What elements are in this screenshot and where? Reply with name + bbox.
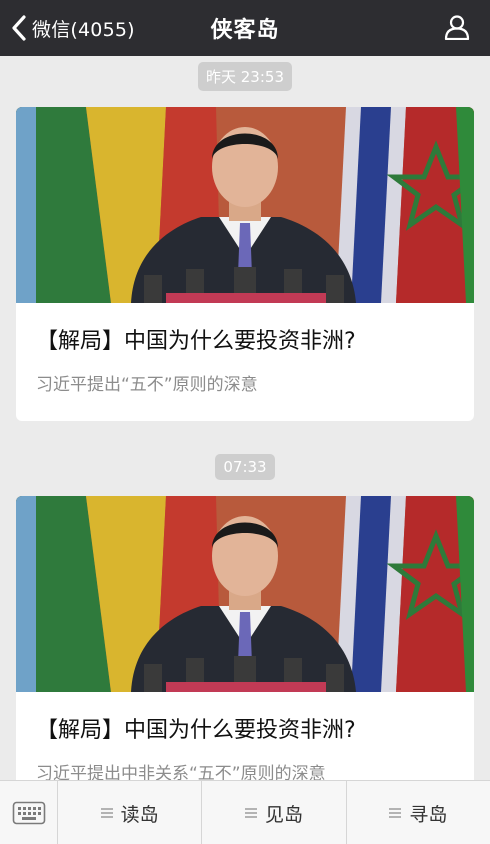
menu-label: 读岛 [120,803,159,826]
menu-button-dudao[interactable]: 读岛 [58,781,203,844]
message-feed[interactable]: 昨天 23:53 【解局】中国为什么要投资非洲? 习近平提出“五不”原则的深意 … [0,56,490,780]
timestamp-row: 07:33 [0,454,490,480]
menu-label: 寻岛 [409,803,448,826]
timestamp-badge: 07:33 [215,454,275,480]
app-screen: 微信(4055) 侠客岛 昨天 23:53 【解局】中国为什么要投资非洲? 习近… [0,0,490,844]
article-text: 【解局】中国为什么要投资非洲? 习近平提出“五不”原则的深意 [16,303,474,421]
chevron-left-icon [12,15,26,41]
menu-button-xundao[interactable]: 寻岛 [347,781,490,844]
keyboard-toggle-button[interactable] [0,781,58,844]
back-button[interactable]: 微信(4055) [10,0,135,56]
back-label: 微信(4055) [32,18,135,41]
timestamp-row: 昨天 23:53 [0,62,490,91]
menu-icon [244,808,257,818]
article-subtitle: 习近平提出“五不”原则的深意 [36,375,258,395]
menu-icon [100,808,113,818]
article-title: 【解局】中国为什么要投资非洲? [36,718,356,743]
article-title: 【解局】中国为什么要投资非洲? [36,329,356,354]
article-text: 【解局】中国为什么要投资非洲? 习近平提出中非关系“五不”原则的深意 [16,692,474,780]
article-subtitle: 习近平提出中非关系“五不”原则的深意 [36,764,326,780]
menu-icon [389,808,402,818]
menu-label: 见岛 [264,803,303,826]
bottom-menu-bar: 读岛 见岛 寻岛 [0,780,490,844]
article-card[interactable]: 【解局】中国为什么要投资非洲? 习近平提出“五不”原则的深意 [16,107,474,421]
article-cover-image [16,107,474,303]
timestamp-badge: 昨天 23:53 [198,62,292,91]
page-title: 侠客岛 [210,18,280,43]
person-icon [444,15,470,40]
profile-button[interactable] [442,12,472,42]
article-cover-image [16,496,474,692]
keyboard-icon [12,801,45,825]
article-card[interactable]: 【解局】中国为什么要投资非洲? 习近平提出中非关系“五不”原则的深意 [16,496,474,780]
menu-button-jiandao[interactable]: 见岛 [202,781,347,844]
top-nav-bar: 微信(4055) 侠客岛 [0,0,490,56]
